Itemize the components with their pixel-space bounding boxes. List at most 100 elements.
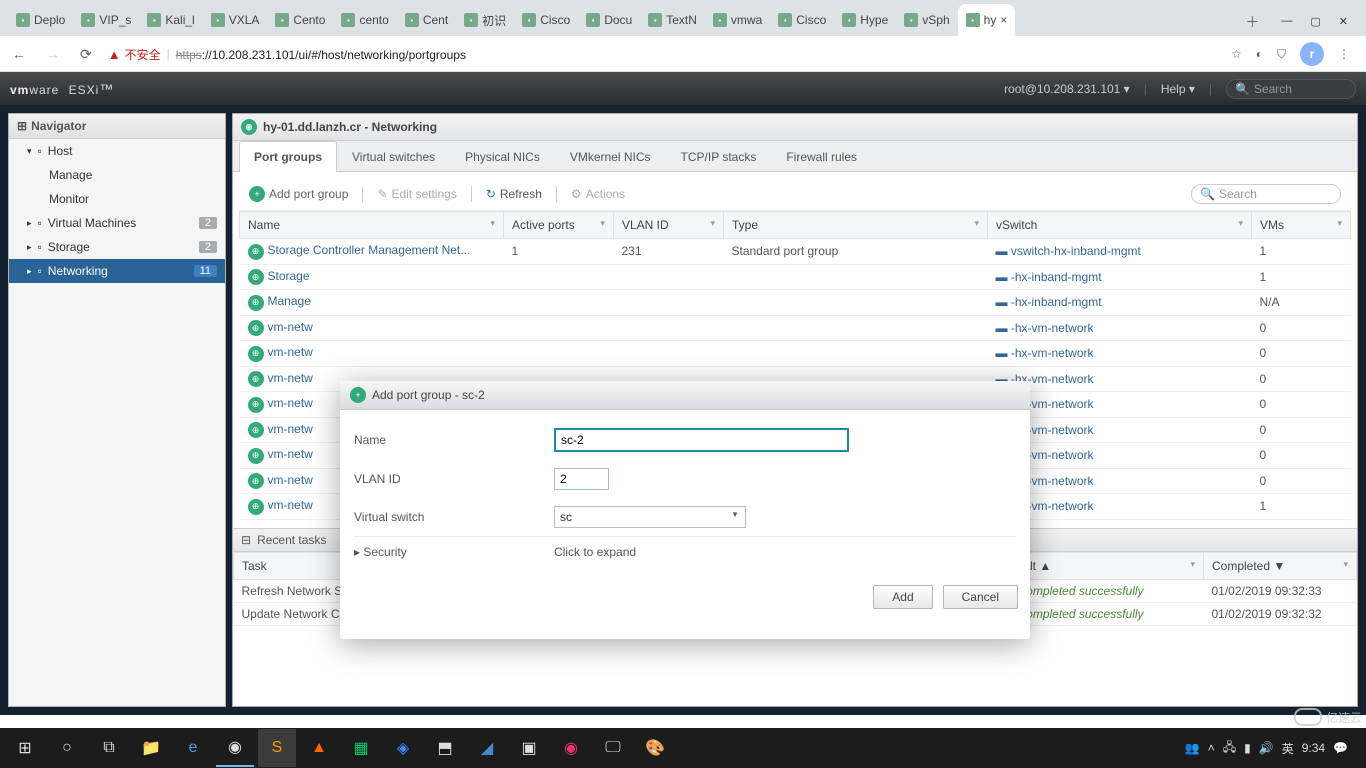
col-header[interactable]: Name▾ [240, 212, 504, 239]
table-row[interactable]: ⊕vm-netw▬ -hx-vm-network0 [240, 315, 1351, 341]
app-icon[interactable]: ⬒ [426, 729, 464, 767]
user-menu[interactable]: root@10.208.231.101 ▾ [1004, 82, 1130, 96]
incognito-icon[interactable]: ◐ [1256, 47, 1263, 61]
app-icon[interactable]: ◈ [384, 729, 422, 767]
nav-item-manage[interactable]: Manage [9, 163, 225, 187]
col-header[interactable]: Type▾ [724, 212, 988, 239]
grid-search-input[interactable]: 🔍 Search [1191, 184, 1341, 204]
esxi-search-input[interactable]: 🔍 Search [1226, 79, 1356, 99]
close-tab-icon[interactable]: × [1000, 13, 1007, 27]
sublime-icon[interactable]: S [258, 729, 296, 767]
task-view-icon[interactable]: ⧉ [90, 729, 128, 767]
forward-button[interactable]: → [42, 42, 64, 66]
minimize-button[interactable]: — [1281, 15, 1292, 28]
edit-settings-button[interactable]: ✎ Edit settings [377, 187, 456, 201]
tab-title: vmwa [731, 13, 762, 27]
table-row[interactable]: ⊕vm-netw▬ -hx-vm-network0 [240, 341, 1351, 367]
profile-avatar[interactable]: r [1300, 42, 1324, 66]
browser-tab[interactable]: •vmwa [705, 4, 770, 36]
browser-tab[interactable]: •初识 [456, 4, 514, 36]
favicon: • [648, 13, 662, 27]
nav-item-storage[interactable]: ▸ ▫Storage2 [9, 235, 225, 259]
paint-icon[interactable]: 🎨 [636, 729, 674, 767]
col-header[interactable]: Active ports▾ [504, 212, 614, 239]
reload-button[interactable]: ⟳ [76, 42, 96, 67]
clock-time[interactable]: 9:34 [1302, 742, 1325, 754]
browser-tab[interactable]: •hy× [958, 4, 1016, 36]
chrome-icon[interactable]: ◉ [216, 729, 254, 767]
browser-tab[interactable]: •vSph [896, 4, 957, 36]
browser-tab[interactable]: •Deplo [8, 4, 73, 36]
browser-tab[interactable]: •Cisco [514, 4, 578, 36]
maximize-button[interactable]: ▢ [1310, 15, 1320, 28]
table-row[interactable]: ⊕Storage▬ -hx-inband-mgmt1 [240, 264, 1351, 290]
app-icon[interactable]: ▦ [342, 729, 380, 767]
people-icon[interactable]: 👥 [1185, 741, 1200, 755]
cortana-icon[interactable]: ○ [48, 729, 86, 767]
vlc-icon[interactable]: ▲ [300, 729, 338, 767]
col-header[interactable]: VMs▾ [1252, 212, 1351, 239]
add-button[interactable]: Add [873, 585, 932, 609]
start-button[interactable]: ⊞ [6, 729, 44, 767]
nav-item-monitor[interactable]: Monitor [9, 187, 225, 211]
browser-tab[interactable]: •Docu [578, 4, 640, 36]
app-icon[interactable]: ◉ [552, 729, 590, 767]
expand-icon: ▸ [27, 242, 32, 253]
ie-icon[interactable]: e [174, 729, 212, 767]
shield-icon[interactable]: ⛉ [1277, 47, 1286, 62]
add-port-group-button[interactable]: +Add port group [249, 186, 348, 202]
ime-indicator[interactable]: 英 [1282, 740, 1294, 757]
vswitch-select[interactable]: sc [554, 506, 746, 528]
tab-tcp-ip-stacks[interactable]: TCP/IP stacks [666, 141, 772, 172]
browser-tab[interactable]: •TextN [640, 4, 705, 36]
browser-tab[interactable]: •Cent [397, 4, 456, 36]
bookmark-icon[interactable]: ☆ [1231, 47, 1242, 61]
address-bar[interactable]: ▲ 不安全 | https://10.208.231.101/ui/#/host… [108, 46, 1219, 63]
table-row[interactable]: ⊕Manage▬ -hx-inband-mgmtN/A [240, 290, 1351, 316]
battery-icon[interactable]: ▮ [1244, 741, 1251, 755]
add-icon: + [249, 186, 265, 202]
favicon: • [778, 13, 792, 27]
browser-tab[interactable]: •cento [333, 4, 396, 36]
tray-expand-icon[interactable]: ˄ [1208, 741, 1215, 755]
name-input[interactable] [554, 428, 849, 452]
menu-icon[interactable]: ⋮ [1338, 47, 1350, 61]
browser-tab[interactable]: •VXLA [203, 4, 268, 36]
app-icon[interactable]: ▣ [510, 729, 548, 767]
vlan-input[interactable] [554, 468, 609, 490]
volume-icon[interactable]: 🔊 [1259, 741, 1274, 755]
col-header[interactable]: vSwitch▾ [988, 212, 1252, 239]
browser-tab[interactable]: •Hype [834, 4, 896, 36]
browser-tab[interactable]: •VIP_s [73, 4, 139, 36]
close-window-button[interactable]: ✕ [1339, 15, 1348, 28]
col-header[interactable]: Completed ▼▾ [1204, 553, 1357, 580]
refresh-button[interactable]: ↻ Refresh [486, 187, 542, 201]
explorer-icon[interactable]: 📁 [132, 729, 170, 767]
tab-virtual-switches[interactable]: Virtual switches [337, 141, 450, 172]
tab-port-groups[interactable]: Port groups [239, 141, 337, 172]
cancel-button[interactable]: Cancel [943, 585, 1018, 609]
help-menu[interactable]: Help ▾ [1161, 82, 1195, 96]
tab-vmkernel-nics[interactable]: VMkernel NICs [555, 141, 666, 172]
portgroup-icon: ⊕ [248, 397, 264, 413]
new-tab-button[interactable]: ＋ [1241, 8, 1263, 36]
security-hint[interactable]: Click to expand [554, 545, 636, 559]
nav-item-virtual-machines[interactable]: ▸ ▫Virtual Machines2 [9, 211, 225, 235]
browser-tab[interactable]: •Kali_l [139, 4, 202, 36]
net-icon: ▫ [38, 264, 42, 278]
table-row[interactable]: ⊕Storage Controller Management Net...123… [240, 239, 1351, 265]
app-icon[interactable]: 🖵 [594, 729, 632, 767]
browser-tab[interactable]: •Cisco [770, 4, 834, 36]
col-header[interactable]: VLAN ID▾ [614, 212, 724, 239]
security-expander[interactable]: ▸ Security [354, 545, 554, 559]
tray-icon[interactable]: 🖧 [1223, 738, 1236, 759]
nav-item-networking[interactable]: ▸ ▫Networking11 [9, 259, 225, 283]
notifications-icon[interactable]: 💬 [1333, 741, 1348, 755]
nav-item-host[interactable]: ▾ ▫Host [9, 139, 225, 163]
actions-button[interactable]: ⚙ Actions [571, 187, 625, 201]
browser-tab[interactable]: •Cento [267, 4, 333, 36]
wireshark-icon[interactable]: ◢ [468, 729, 506, 767]
tab-firewall-rules[interactable]: Firewall rules [771, 141, 872, 172]
tab-physical-nics[interactable]: Physical NICs [450, 141, 555, 172]
back-button[interactable]: ← [8, 42, 30, 66]
